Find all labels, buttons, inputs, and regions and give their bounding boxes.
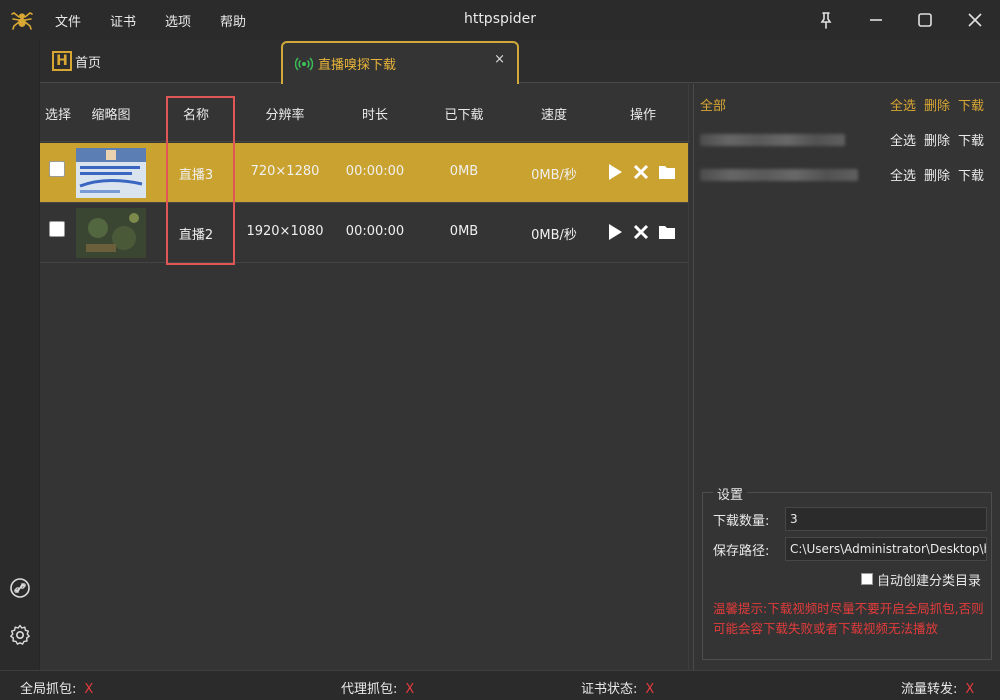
status-proxy-capture-value: X xyxy=(405,682,415,697)
row-speed: 0MB/秒 xyxy=(531,168,577,183)
title-bar: 文件 证书 选项 帮助 httpspider xyxy=(0,0,1000,40)
group-all: 全部 全选 删除 下载 xyxy=(700,95,984,115)
status-proxy-capture: 代理抓包: X xyxy=(341,678,414,697)
group-item: 全选 删除 下载 xyxy=(700,165,984,185)
thumbnail-image xyxy=(76,148,146,198)
tab-home-label: 首页 xyxy=(75,55,102,71)
header-duration: 时长 xyxy=(361,108,388,123)
left-rail xyxy=(0,40,40,670)
delete-button[interactable]: 删除 xyxy=(924,95,950,114)
header-speed: 速度 xyxy=(540,108,567,123)
status-cert-label: 证书状态: xyxy=(581,682,638,697)
group-actions: 全选 删除 下载 xyxy=(882,130,984,149)
spider-logo-icon xyxy=(11,12,33,30)
auto-dir-label[interactable]: 自动创建分类目录 xyxy=(877,570,981,589)
row-resolution: 720×1280 xyxy=(250,164,320,179)
settings-gear-icon[interactable] xyxy=(8,623,32,647)
folder-icon[interactable] xyxy=(658,163,676,181)
select-all-button[interactable]: 全选 xyxy=(890,130,916,149)
group-actions: 全选 删除 下载 xyxy=(882,95,984,114)
minimize-icon[interactable] xyxy=(864,8,888,32)
folder-icon[interactable] xyxy=(658,223,676,241)
play-icon[interactable] xyxy=(606,163,624,181)
tab-bar: H 首页 直播嗅探下载 × xyxy=(40,40,1000,84)
status-bar: 全局抓包: X 代理抓包: X 证书状态: X 流量转发: X xyxy=(0,670,1000,700)
menu-options[interactable]: 选项 xyxy=(165,11,191,30)
status-cert: 证书状态: X xyxy=(581,678,654,697)
header-thumbnail: 缩略图 xyxy=(91,108,131,123)
tab-active-label: 直播嗅探下载 xyxy=(318,58,397,73)
header-resolution: 分辨率 xyxy=(265,108,305,123)
menu-certificate[interactable]: 证书 xyxy=(110,11,136,30)
save-path-label: 保存路径: xyxy=(713,544,770,559)
delete-button[interactable]: 删除 xyxy=(924,130,950,149)
row-duration: 00:00:00 xyxy=(345,224,405,239)
blurred-group-name[interactable] xyxy=(700,169,858,181)
broadcast-icon xyxy=(295,57,313,71)
menu-file[interactable]: 文件 xyxy=(55,11,81,30)
row-checkbox[interactable] xyxy=(49,161,65,177)
delete-button[interactable]: 删除 xyxy=(924,165,950,184)
header-name: 名称 xyxy=(182,108,209,123)
right-panel: 全部 全选 删除 下载 全选 删除 下载 全选 删除 下载 设置 下载数量: 3… xyxy=(694,84,1000,670)
link-icon[interactable] xyxy=(8,576,32,600)
delete-x-icon[interactable] xyxy=(632,223,650,241)
row-downloaded: 0MB xyxy=(449,224,479,239)
table-divider xyxy=(688,84,689,670)
status-proxy-capture-label: 代理抓包: xyxy=(341,682,398,697)
home-badge-icon: H xyxy=(52,51,72,71)
row-resolution: 1920×1080 xyxy=(246,224,324,239)
row-checkbox[interactable] xyxy=(49,221,65,237)
play-icon[interactable] xyxy=(606,223,624,241)
row-downloaded: 0MB xyxy=(449,164,479,179)
header-downloaded: 已下载 xyxy=(444,108,484,123)
download-button[interactable]: 下载 xyxy=(958,130,984,149)
select-all-button[interactable]: 全选 xyxy=(890,165,916,184)
table-row[interactable]: 直播3 720×1280 00:00:00 0MB 0MB/秒 xyxy=(40,143,688,203)
all-label[interactable]: 全部 xyxy=(700,95,726,114)
status-traffic-forward-value: X xyxy=(965,682,975,697)
row-name: 直播3 xyxy=(178,168,214,183)
thumbnail-image xyxy=(76,208,146,258)
close-window-icon[interactable] xyxy=(963,8,987,32)
status-global-capture-value: X xyxy=(84,682,94,697)
pin-icon[interactable] xyxy=(814,8,838,32)
tab-close-icon[interactable]: × xyxy=(494,52,505,67)
settings-legend: 设置 xyxy=(713,484,748,503)
download-table: 选择 缩略图 名称 分辨率 时长 已下载 速度 操作 直播3 720×1280 … xyxy=(40,84,690,263)
row-name: 直播2 xyxy=(178,228,214,243)
auto-dir-checkbox[interactable] xyxy=(861,573,873,585)
status-global-capture: 全局抓包: X xyxy=(20,678,93,697)
save-path-input[interactable]: C:\Users\Administrator\Desktop\h xyxy=(785,537,987,561)
status-traffic-forward-label: 流量转发: xyxy=(901,682,958,697)
tab-home[interactable]: H 首页 xyxy=(52,50,101,72)
download-count-input[interactable]: 3 xyxy=(785,507,987,531)
download-button[interactable]: 下载 xyxy=(958,95,984,114)
header-actions: 操作 xyxy=(629,108,656,123)
warning-tip: 温馨提示:下载视频时尽量不要开启全局抓包,否则可能会容下载失败或者下载视频无法播… xyxy=(713,601,984,636)
blurred-group-name[interactable] xyxy=(700,134,845,146)
menu-bar: 文件 证书 选项 帮助 xyxy=(55,0,275,40)
table-row[interactable]: 直播2 1920×1080 00:00:00 0MB 0MB/秒 xyxy=(40,203,688,263)
tab-live-sniff-download[interactable]: 直播嗅探下载 × xyxy=(281,41,519,84)
row-duration: 00:00:00 xyxy=(345,164,405,179)
menu-help[interactable]: 帮助 xyxy=(220,11,246,30)
group-item: 全选 删除 下载 xyxy=(700,130,984,150)
delete-x-icon[interactable] xyxy=(632,163,650,181)
select-all-button[interactable]: 全选 xyxy=(890,95,916,114)
group-actions: 全选 删除 下载 xyxy=(882,165,984,184)
download-count-label: 下载数量: xyxy=(713,514,770,529)
status-traffic-forward: 流量转发: X xyxy=(901,678,974,697)
download-button[interactable]: 下载 xyxy=(958,165,984,184)
status-cert-value: X xyxy=(645,682,655,697)
status-global-capture-label: 全局抓包: xyxy=(20,682,77,697)
settings-group: 设置 下载数量: 3 保存路径: C:\Users\Administrator\… xyxy=(702,484,992,660)
row-speed: 0MB/秒 xyxy=(531,228,577,243)
header-select: 选择 xyxy=(44,108,71,123)
maximize-icon[interactable] xyxy=(913,8,937,32)
